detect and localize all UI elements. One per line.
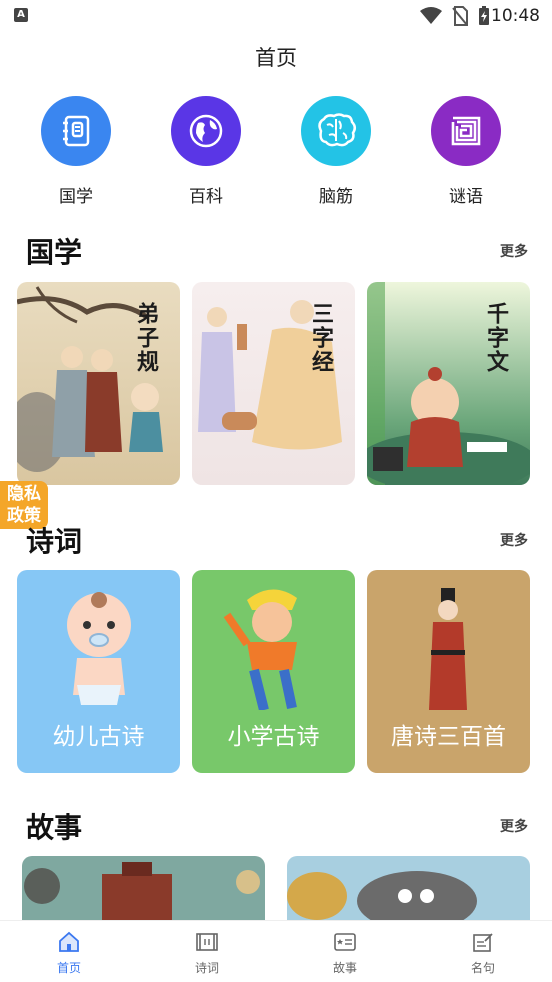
card-dizigui[interactable]: 弟子规 <box>17 282 180 485</box>
story-book-icon <box>334 933 356 951</box>
story-card-1[interactable] <box>22 856 265 920</box>
card-qianziwen[interactable]: 千字文 <box>367 282 530 485</box>
tab-label: 诗词 <box>194 961 219 975</box>
tab-label: 首页 <box>56 961 81 975</box>
tab-label: 故事 <box>332 961 357 975</box>
more-link[interactable]: 更多 <box>500 816 528 836</box>
card-caption: 唐诗三百首 <box>391 724 506 750</box>
tab-label: 名句 <box>470 961 495 975</box>
home-icon <box>59 931 79 952</box>
maze-icon <box>431 96 501 166</box>
globe-icon <box>171 96 241 166</box>
bottom-tab-bar: 首页 诗词 故事 名句 <box>0 920 552 982</box>
section-title: 故事 <box>26 811 83 844</box>
section-header-shici: 诗词 更多 <box>0 520 552 560</box>
quick-nav-miyu[interactable]: 谜语 <box>406 96 526 207</box>
more-link[interactable]: 更多 <box>500 241 528 261</box>
battery-charging-icon <box>479 6 489 25</box>
story-illustration <box>24 862 260 920</box>
tab-gushi[interactable]: 故事 <box>305 931 385 976</box>
wifi-icon <box>420 7 442 24</box>
story-card-2[interactable] <box>287 856 530 920</box>
card-xiaoxue-gushi[interactable]: 小学古诗 <box>192 570 355 773</box>
book-icon <box>41 96 111 166</box>
quick-nav-baike[interactable]: 百科 <box>146 96 266 207</box>
section-header-gushi: 故事 更多 <box>0 806 552 846</box>
card-title: 三字经 <box>308 302 334 374</box>
card-caption: 小学古诗 <box>227 724 320 750</box>
card-youer-gushi[interactable]: 幼儿古诗 <box>17 570 180 773</box>
status-time: 10:48 <box>491 6 540 26</box>
more-link[interactable]: 更多 <box>500 530 528 550</box>
privacy-line1: 隐私 <box>7 484 41 504</box>
tab-shici[interactable]: 诗词 <box>167 931 247 976</box>
quick-nav-label: 百科 <box>189 187 223 207</box>
card-title: 千字文 <box>483 302 509 374</box>
app-notification-icon: A <box>14 8 28 22</box>
quick-nav-label: 谜语 <box>449 187 483 207</box>
student-illustration <box>223 589 297 712</box>
card-tangshi-300[interactable]: 唐诗三百首 <box>367 570 530 773</box>
card-sanzijing[interactable]: 三字经 <box>192 282 355 485</box>
card-caption: 幼儿古诗 <box>52 724 145 750</box>
section-header-guoxue: 国学 更多 <box>0 231 552 271</box>
status-bar: A 10:48 <box>0 0 552 32</box>
section-title: 国学 <box>26 236 83 269</box>
story-illustration <box>287 871 477 920</box>
quick-nav: 国学 百科 脑筋 谜语 <box>0 96 552 216</box>
baby-illustration <box>67 592 131 705</box>
section-title: 诗词 <box>26 525 83 558</box>
card-title: 弟子规 <box>133 302 159 374</box>
quick-nav-guoxue[interactable]: 国学 <box>16 96 136 207</box>
scroll-icon <box>196 933 218 951</box>
quick-nav-label: 国学 <box>59 187 93 207</box>
note-edit-icon <box>473 933 493 952</box>
page-title: 首页 <box>255 46 297 70</box>
poet-illustration <box>429 588 467 710</box>
quick-nav-naojin[interactable]: 脑筋 <box>276 96 396 207</box>
tab-mingju[interactable]: 名句 <box>443 931 523 976</box>
quick-nav-label: 脑筋 <box>319 187 353 207</box>
tab-home[interactable]: 首页 <box>29 931 109 976</box>
no-sim-icon <box>452 6 468 26</box>
brain-icon <box>301 96 371 166</box>
